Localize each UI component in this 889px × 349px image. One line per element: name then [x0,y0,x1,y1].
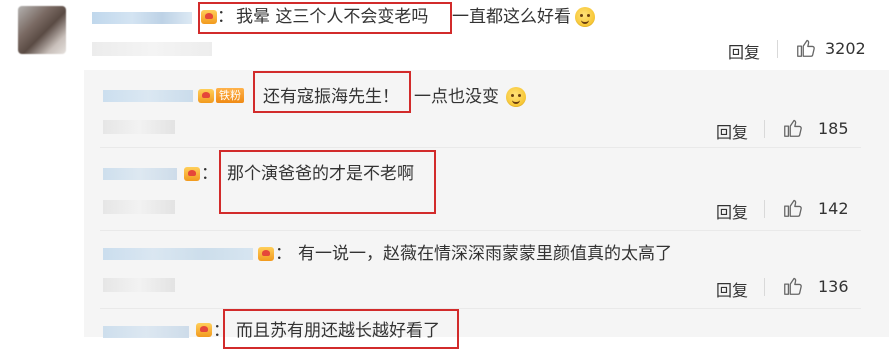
reply-divider [100,230,861,231]
divider [764,120,765,138]
vip-badge-icon [258,247,274,261]
highlight-box [198,2,452,34]
comment-text: 一点也没变 [414,87,499,107]
like-icon[interactable] [795,37,817,59]
like-count: 3202 [825,39,866,58]
comment-text: 一直都这么好看 [452,7,571,27]
divider [777,40,778,58]
vip-badge-icon [198,89,214,103]
reply-button[interactable]: 回复 [716,277,748,301]
comment-colon: ： [201,164,218,184]
comment-text: 有一说一，赵薇在情深深雨蒙蒙里颜值真的太高了 [298,244,672,264]
like-count: 185 [818,119,849,138]
post-meta-blurred [103,278,175,292]
username-blurred[interactable] [103,168,177,180]
avatar[interactable] [18,6,66,54]
reply-button[interactable]: 回复 [728,39,760,63]
reply-button[interactable]: 回复 [716,199,748,223]
like-icon[interactable] [782,117,804,139]
like-count: 142 [818,199,849,218]
post-meta-blurred [103,200,175,214]
replies-panel [84,70,889,337]
username-blurred[interactable] [103,90,193,102]
emoji-icon [506,87,526,107]
username-blurred[interactable] [92,12,192,24]
post-meta-blurred [92,42,212,56]
username-blurred[interactable] [103,326,189,338]
reply-button[interactable]: 回复 [716,119,748,143]
divider [764,278,765,296]
like-icon[interactable] [782,197,804,219]
highlight-box [253,71,411,113]
reply-divider [100,147,861,148]
highlight-box [219,150,436,214]
username-blurred[interactable] [103,248,253,260]
highlight-box [223,309,459,349]
like-count: 136 [818,277,849,296]
vip-badge-icon [196,323,212,337]
fan-tag: 铁粉 [216,88,244,103]
reply-divider [100,308,861,309]
emoji-icon [575,7,595,27]
like-icon[interactable] [782,275,804,297]
vip-badge-icon [184,167,200,181]
divider [764,200,765,218]
post-meta-blurred [103,120,175,134]
comment-colon: ： [275,244,292,264]
